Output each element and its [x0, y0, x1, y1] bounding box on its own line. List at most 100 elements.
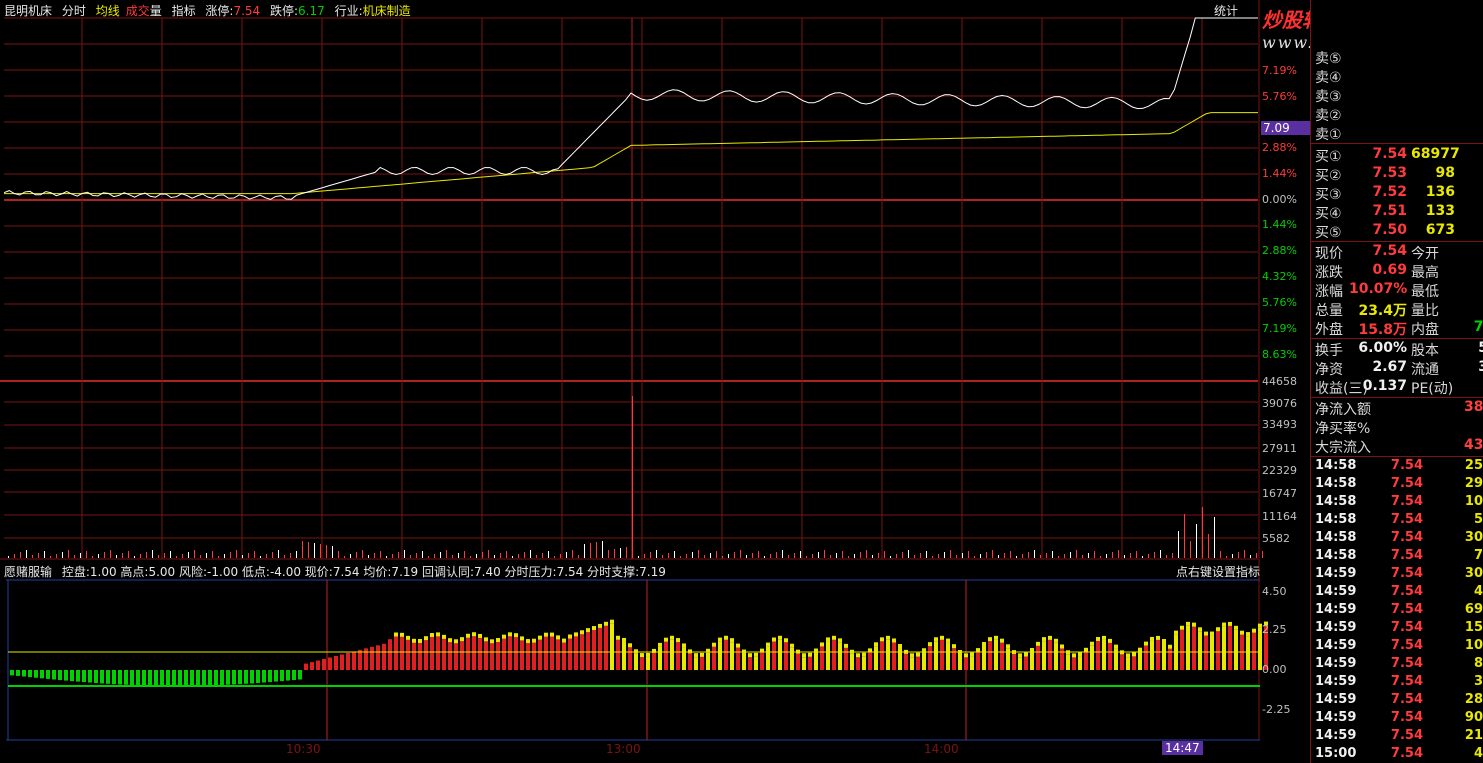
tick-vol: 5 [1473, 512, 1483, 527]
quote-label-open: 今开 [1411, 246, 1439, 262]
volume-bar [416, 553, 417, 558]
tick-row[interactable]: 15:00 7.54 4 [1311, 746, 1483, 763]
indicator-bar [1066, 654, 1070, 670]
tick-row[interactable]: 14:58 7.54 25 [1311, 458, 1483, 476]
buy-2-volume: 98 [1435, 165, 1455, 181]
indicator-bar [1228, 625, 1232, 670]
tick-row[interactable]: 14:58 7.54 29 [1311, 476, 1483, 494]
tab-zhibiao[interactable]: 指标 [172, 4, 196, 18]
volume-bar [572, 550, 573, 558]
tick-row[interactable]: 14:59 7.54 30 [1311, 566, 1483, 584]
volume-bar [356, 552, 357, 558]
indicator-bar [172, 670, 176, 686]
quote-value-volume: 23.4万 [1358, 303, 1407, 319]
sell-4-row[interactable]: 卖④ [1311, 67, 1483, 86]
indicator-bar [40, 670, 44, 679]
tick-vol: 4 [1473, 584, 1483, 599]
intraday-chart-area[interactable]: 昆明机床 分时 均线 成交量 指标 涨停:7.54 跌停:6.17 行业:机床制造… [0, 0, 1450, 763]
volume-tick: 44658 [1262, 375, 1297, 388]
quote-label-ratio: 量比 [1411, 303, 1439, 319]
indicator-bar-cap [1216, 627, 1220, 632]
indicator-title[interactable]: 愿赌服输 [4, 565, 52, 579]
indicator-bar-cap [940, 635, 944, 640]
indicator-settings-hint[interactable]: 点右键设置指标 [1176, 563, 1260, 580]
tab-liang[interactable]: 量 [150, 4, 162, 18]
tick-row[interactable]: 14:59 7.54 21 [1311, 728, 1483, 746]
tick-row[interactable]: 14:59 7.54 10 [1311, 638, 1483, 656]
tick-row[interactable]: 14:59 7.54 4 [1311, 584, 1483, 602]
volume-bar [1160, 550, 1161, 558]
volume-bar [248, 553, 249, 558]
indicator-bar [820, 646, 824, 670]
tick-price: 7.54 [1390, 692, 1423, 707]
intraday-chart-svg[interactable] [0, 0, 1310, 763]
indicator-bar-cap [1072, 653, 1076, 658]
indicator-bar [592, 630, 596, 670]
indicator-bar [622, 641, 626, 670]
indicator-bar [712, 646, 716, 670]
sell-5-row[interactable]: 卖⑤ [1311, 48, 1483, 67]
volume-bar [242, 555, 243, 558]
tick-vol: 29 [1464, 476, 1483, 491]
tick-row[interactable]: 14:59 7.54 15 [1311, 620, 1483, 638]
sell-5-label: 卖⑤ [1315, 51, 1342, 67]
buy-5-row[interactable]: 买⑤ 7.50 673 [1311, 222, 1483, 241]
tab-chengjiao[interactable]: 成交 [126, 4, 150, 18]
flow-label-block: 大宗流入 [1315, 440, 1371, 456]
volume-bar [1022, 554, 1023, 558]
buy-3-row[interactable]: 买③ 7.52 136 [1311, 184, 1483, 203]
tick-row[interactable]: 14:58 7.54 7 [1311, 548, 1483, 566]
tick-row[interactable]: 14:59 7.54 3 [1311, 674, 1483, 692]
tick-row[interactable]: 14:58 7.54 30 [1311, 530, 1483, 548]
buy-2-row[interactable]: 买② 7.53 98 [1311, 165, 1483, 184]
volume-bar [8, 556, 9, 558]
indicator-bar [844, 647, 848, 670]
indicator-bar-cap [490, 639, 494, 644]
indicator-bar-cap [1102, 635, 1106, 640]
tick-row[interactable]: 14:59 7.54 8 [1311, 656, 1483, 674]
buy-4-row[interactable]: 买④ 7.51 133 [1311, 203, 1483, 222]
tab-junxian[interactable]: 均线 [96, 4, 120, 18]
indicator-bar-cap [1252, 628, 1256, 633]
volume-bar [314, 543, 315, 558]
tick-vol: 30 [1464, 566, 1483, 581]
tick-row[interactable]: 14:59 7.54 28 [1311, 692, 1483, 710]
indicator-tick: 2.25 [1262, 623, 1287, 636]
indicator-bar-cap [526, 639, 530, 644]
indicator-bar-cap [514, 633, 518, 638]
tick-row[interactable]: 14:59 7.54 90 [1311, 710, 1483, 728]
indicator-bar [490, 643, 494, 670]
tick-row[interactable]: 14:59 7.54 69 [1311, 602, 1483, 620]
indicator-bar [694, 657, 698, 670]
buy-1-row[interactable]: 买① 7.54 68977 [1311, 146, 1483, 165]
tick-price: 7.54 [1390, 602, 1423, 617]
tick-vol: 28 [1464, 692, 1483, 707]
volume-bar [602, 541, 603, 558]
indicator-bar-cap [1108, 638, 1112, 643]
sell-2-row[interactable]: 卖② [1311, 105, 1483, 124]
sell-3-row[interactable]: 卖③ [1311, 86, 1483, 105]
tab-fenshi[interactable]: 分时 [62, 4, 86, 18]
indicator-bar [346, 652, 350, 670]
volume-bar [758, 551, 759, 558]
indicator-bar-cap [574, 632, 578, 637]
indicator-bar [604, 625, 608, 670]
tick-row[interactable]: 14:58 7.54 5 [1311, 512, 1483, 530]
indicator-bar [514, 637, 518, 670]
indicator-bar [88, 670, 92, 683]
buy-2-price: 7.53 [1372, 165, 1407, 181]
indicator-bar [202, 670, 206, 686]
indicator-bar-cap [1204, 631, 1208, 636]
volume-bar [278, 550, 279, 558]
indicator-bar-cap [1138, 647, 1142, 652]
indicator-bar [154, 670, 158, 686]
sell-1-row[interactable]: 卖① [1311, 124, 1483, 143]
indicator-bar-cap [682, 643, 686, 648]
limit-down-label: 跌停: [270, 4, 299, 18]
tick-row[interactable]: 14:58 7.54 10 [1311, 494, 1483, 512]
volume-tick: 5582 [1262, 532, 1290, 545]
stats-button[interactable]: 统计 [1214, 2, 1238, 19]
tick-time: 14:58 [1315, 476, 1357, 491]
volume-bar [584, 544, 585, 558]
volume-bar [632, 396, 633, 558]
